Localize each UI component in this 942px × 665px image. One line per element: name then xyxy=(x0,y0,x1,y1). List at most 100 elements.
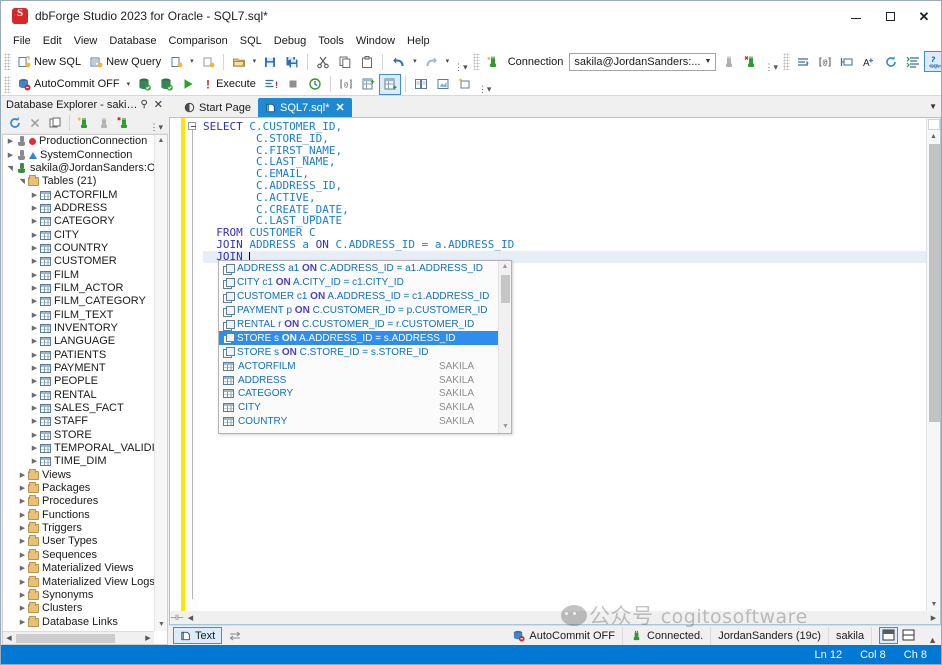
chevron-right-icon[interactable]: ▶ xyxy=(17,469,28,482)
chevron-down-icon[interactable]: ▼ xyxy=(700,58,715,65)
scroll-up-icon[interactable]: ▲ xyxy=(155,135,167,147)
autocomplete-scrollbar[interactable]: ▲ ▼ xyxy=(498,261,511,433)
toolbar-grip-4[interactable] xyxy=(4,76,11,93)
chevron-right-icon[interactable]: ▶ xyxy=(17,549,28,562)
autocommit-dropdown[interactable]: ▾ xyxy=(124,74,134,95)
new-sql-button[interactable]: New SQL xyxy=(13,51,85,72)
connection-icon-button[interactable] xyxy=(482,51,504,72)
chevron-right-icon[interactable]: ▶ xyxy=(29,429,40,442)
menu-file[interactable]: File xyxy=(7,33,37,49)
tree-item-country[interactable]: ▶COUNTRY xyxy=(3,242,154,255)
toolbar-overflow-1[interactable]: ⋮▾ xyxy=(452,62,470,73)
at-grid-button[interactable]: @ xyxy=(335,74,357,95)
menu-edit[interactable]: Edit xyxy=(37,33,68,49)
autocomplete-item[interactable]: CUSTOMER c1 ON A.ADDRESS_ID = c1.ADDRESS… xyxy=(219,290,498,304)
scroll-left-icon[interactable]: ◀ xyxy=(3,634,15,642)
new-document-dropdown[interactable]: ▾ xyxy=(187,51,197,72)
rename-button[interactable] xyxy=(836,51,858,72)
scroll-down-icon[interactable]: ▼ xyxy=(499,421,512,433)
autocommit-status[interactable]: AutoCommit OFF xyxy=(505,627,622,645)
scroll-thumb[interactable] xyxy=(929,144,940,422)
pin-icon[interactable]: ⚲ xyxy=(137,99,150,110)
chevron-right-icon[interactable]: ▶ xyxy=(29,322,40,335)
chevron-right-icon[interactable]: ▶ xyxy=(29,269,40,282)
undo-dropdown[interactable]: ▾ xyxy=(410,51,420,72)
connection-status[interactable]: Connected. xyxy=(622,627,710,645)
autocomplete-list[interactable]: ADDRESS a1 ON C.ADDRESS_ID = a1.ADDRESS_… xyxy=(219,261,498,433)
database-tree[interactable]: ▶ProductionConnection▶SystemConnection◢s… xyxy=(2,134,168,645)
chevron-right-icon[interactable]: ▶ xyxy=(29,255,40,268)
chevron-right-icon[interactable]: ▶ xyxy=(29,335,40,348)
new-connection-icon[interactable] xyxy=(74,114,94,133)
editor-vertical-scrollbar[interactable]: ▲ ▼ xyxy=(926,118,940,611)
chevron-right-icon[interactable]: ▶ xyxy=(17,522,28,535)
new-document-button[interactable] xyxy=(165,51,187,72)
tree-item-materialized-views[interactable]: ▶Materialized Views xyxy=(3,562,154,575)
editor-fold-margin[interactable] xyxy=(185,118,199,611)
scroll-left-icon[interactable]: ◀ xyxy=(184,614,197,622)
tree-item-actorfilm[interactable]: ▶ACTORFILM xyxy=(3,188,154,201)
tree-item-time-dim[interactable]: ▶TIME_DIM xyxy=(3,455,154,468)
disconnect-button[interactable] xyxy=(718,51,740,72)
connection-select[interactable]: sakila@JordanSanders:... ▼ xyxy=(569,53,716,71)
chevron-right-icon[interactable]: ▶ xyxy=(29,202,40,215)
hscroll-track[interactable] xyxy=(15,633,142,644)
chevron-right-icon[interactable]: ▶ xyxy=(29,415,40,428)
autocomplete-popup[interactable]: ADDRESS a1 ON C.ADDRESS_ID = a1.ADDRESS_… xyxy=(218,260,512,434)
chevron-right-icon[interactable]: ▶ xyxy=(29,442,40,455)
scroll-down-icon[interactable]: ▼ xyxy=(927,599,941,611)
tree-item-patients[interactable]: ▶PATIENTS xyxy=(3,349,154,362)
sql-editor[interactable]: SELECT C.CUSTOMER_ID, C.STORE_ID, C.FIRS… xyxy=(169,117,941,611)
query-profiler-button[interactable] xyxy=(410,74,432,95)
chevron-right-icon[interactable]: ▶ xyxy=(17,509,28,522)
tree-item-sales-fact[interactable]: ▶SALES_FACT xyxy=(3,402,154,415)
menu-database[interactable]: Database xyxy=(103,33,162,49)
data-import-button[interactable] xyxy=(454,74,476,95)
layout-horizontal-button[interactable] xyxy=(879,627,898,644)
save-all-button[interactable] xyxy=(281,51,303,72)
execute-button[interactable]: ! Execute xyxy=(199,74,260,95)
menu-sql[interactable]: SQL xyxy=(234,33,268,49)
chevron-right-icon[interactable]: ▶ xyxy=(29,242,40,255)
layout-vertical-button[interactable] xyxy=(900,627,917,644)
tab-start-page[interactable]: Start Page xyxy=(177,98,258,117)
execute-script-button[interactable]: ! xyxy=(260,74,282,95)
tree-item-tables-21[interactable]: ◢Tables (21) xyxy=(3,175,154,188)
chevron-right-icon[interactable]: ▶ xyxy=(17,602,28,615)
tree-item-inventory[interactable]: ▶INVENTORY xyxy=(3,322,154,335)
chevron-right-icon[interactable]: ▶ xyxy=(5,135,16,148)
menu-help[interactable]: Help xyxy=(401,33,436,49)
chevron-right-icon[interactable]: ▶ xyxy=(17,482,28,495)
tree-item-language[interactable]: ▶LANGUAGE xyxy=(3,335,154,348)
tree-item-sakila-jordansanders-oracl[interactable]: ◢sakila@JordanSanders:ORACL xyxy=(3,162,154,175)
properties-icon[interactable] xyxy=(45,114,65,133)
tab-sql7[interactable]: SQL7.sql* ✕ xyxy=(258,98,352,117)
chevron-right-icon[interactable]: ▶ xyxy=(29,375,40,388)
chevron-right-icon[interactable]: ▶ xyxy=(29,402,40,415)
autocommit-button[interactable]: AutoCommit OFF xyxy=(13,74,124,95)
split-view-handle[interactable]: ⊣⊢ xyxy=(170,613,184,622)
chevron-right-icon[interactable]: ▶ xyxy=(29,215,40,228)
chevron-right-icon[interactable]: ▶ xyxy=(29,295,40,308)
commit-button[interactable] xyxy=(133,74,155,95)
chevron-right-icon[interactable]: ▶ xyxy=(17,495,28,508)
autocomplete-item[interactable]: PAYMENT p ON C.CUSTOMER_ID = p.CUSTOMER_… xyxy=(219,304,498,318)
schema-status[interactable]: sakila xyxy=(828,627,871,645)
maximize-button[interactable] xyxy=(873,1,907,31)
tree-item-materialized-view-logs[interactable]: ▶Materialized View Logs xyxy=(3,575,154,588)
fold-collapse-icon[interactable] xyxy=(188,122,196,130)
tree-item-rental[interactable]: ▶RENTAL xyxy=(3,389,154,402)
tab-list-dropdown-icon[interactable]: ▼ xyxy=(929,102,937,111)
reconnect-icon[interactable] xyxy=(114,114,134,133)
tree-vertical-scrollbar[interactable]: ▲ ▼ xyxy=(154,135,167,631)
editor-horizontal-scrollbar[interactable]: ⊣⊢ ◀ ▶ xyxy=(169,611,941,625)
menu-comparison[interactable]: Comparison xyxy=(162,33,233,49)
chevron-right-icon[interactable]: ▶ xyxy=(29,189,40,202)
delete-icon[interactable] xyxy=(25,114,45,133)
scroll-down-icon[interactable]: ▼ xyxy=(155,619,168,631)
refresh-icon[interactable] xyxy=(5,114,25,133)
tree-item-productionconnection[interactable]: ▶ProductionConnection xyxy=(3,135,154,148)
close-connection-button[interactable] xyxy=(740,51,762,72)
tree-item-packages[interactable]: ▶Packages xyxy=(3,482,154,495)
undo-button[interactable] xyxy=(387,51,410,72)
